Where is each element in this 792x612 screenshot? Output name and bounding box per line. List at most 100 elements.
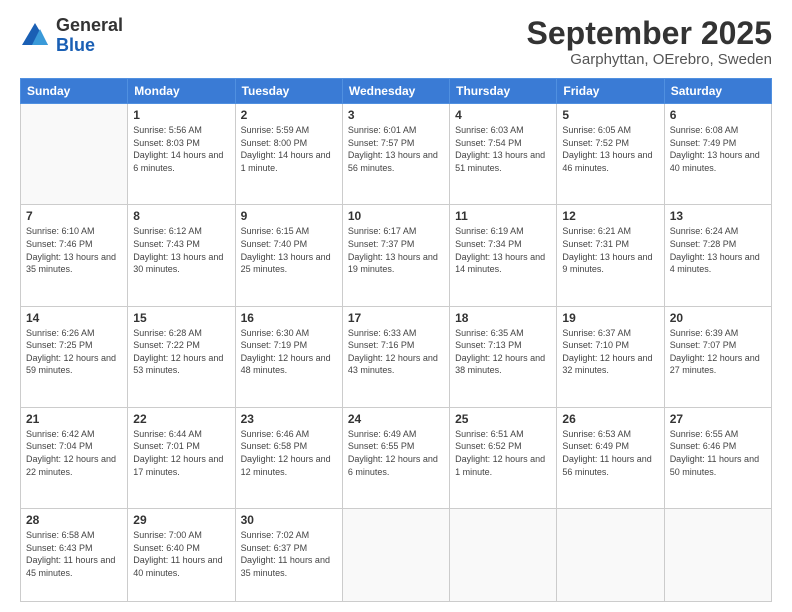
calendar-cell: 24Sunrise: 6:49 AMSunset: 6:55 PMDayligh… [342, 407, 449, 508]
cell-info: Sunrise: 6:46 AMSunset: 6:58 PMDaylight:… [241, 428, 337, 478]
cell-info: Sunrise: 6:53 AMSunset: 6:49 PMDaylight:… [562, 428, 658, 478]
day-number: 17 [348, 311, 444, 325]
calendar-cell: 18 Sunrise: 6:35 AMSunset: 7:13 PMDayligh… [450, 306, 557, 407]
calendar-cell: 28 Sunrise: 6:58 AMSunset: 6:43 PMDayligh… [21, 508, 128, 601]
calendar-cell: 25 Sunrise: 6:51 AMSunset: 6:52 PMDayligh… [450, 407, 557, 508]
calendar-cell: 16 Sunrise: 6:30 AMSunset: 7:19 PMDayligh… [235, 306, 342, 407]
calendar-cell: 14 Sunrise: 6:26 AMSunset: 7:25 PMDayligh… [21, 306, 128, 407]
day-number: 21 [26, 412, 122, 426]
column-header-friday: Friday [557, 79, 664, 104]
logo-icon [20, 21, 50, 51]
calendar-cell: 29 Sunrise: 7:00 AMSunset: 6:40 PMDayligh… [128, 508, 235, 601]
column-header-tuesday: Tuesday [235, 79, 342, 104]
calendar-cell: 6 Sunrise: 6:08 AMSunset: 7:49 PMDaylight… [664, 104, 771, 205]
calendar-cell: 4Sunrise: 6:03 AMSunset: 7:54 PMDaylight… [450, 104, 557, 205]
day-number: 26 [562, 412, 658, 426]
calendar-header-row: SundayMondayTuesdayWednesdayThursdayFrid… [21, 79, 772, 104]
calendar-cell: 20 Sunrise: 6:39 AMSunset: 7:07 PMDayligh… [664, 306, 771, 407]
calendar-cell: 7Sunrise: 6:10 AMSunset: 7:46 PMDaylight… [21, 205, 128, 306]
day-number: 12 [562, 209, 658, 223]
day-number: 19 [562, 311, 658, 325]
calendar-cell: 21 Sunrise: 6:42 AMSunset: 7:04 PMDayligh… [21, 407, 128, 508]
cell-info: Sunrise: 6:26 AMSunset: 7:25 PMDaylight:… [26, 327, 122, 377]
column-header-wednesday: Wednesday [342, 79, 449, 104]
day-number: 4 [455, 108, 551, 122]
day-number: 28 [26, 513, 122, 527]
day-number: 29 [133, 513, 229, 527]
cell-info: Sunrise: 6:30 AMSunset: 7:19 PMDaylight:… [241, 327, 337, 377]
cell-info: Sunrise: 6:44 AMSunset: 7:01 PMDaylight:… [133, 428, 229, 478]
column-header-thursday: Thursday [450, 79, 557, 104]
day-number: 9 [241, 209, 337, 223]
cell-info: Sunrise: 6:01 AMSunset: 7:57 PMDaylight:… [348, 124, 444, 174]
location: Garphyttan, OErebro, Sweden [527, 51, 772, 68]
cell-info: Sunrise: 6:42 AMSunset: 7:04 PMDaylight:… [26, 428, 122, 478]
logo: General Blue [20, 16, 123, 56]
calendar-cell [557, 508, 664, 601]
day-number: 10 [348, 209, 444, 223]
cell-info: Sunrise: 6:17 AMSunset: 7:37 PMDaylight:… [348, 225, 444, 275]
cell-info: Sunrise: 6:08 AMSunset: 7:49 PMDaylight:… [670, 124, 766, 174]
cell-info: Sunrise: 6:51 AMSunset: 6:52 PMDaylight:… [455, 428, 551, 478]
day-number: 5 [562, 108, 658, 122]
day-number: 22 [133, 412, 229, 426]
calendar-week-row: 14 Sunrise: 6:26 AMSunset: 7:25 PMDayligh… [21, 306, 772, 407]
calendar-cell: 26 Sunrise: 6:53 AMSunset: 6:49 PMDayligh… [557, 407, 664, 508]
calendar-cell: 8 Sunrise: 6:12 AMSunset: 7:43 PMDaylight… [128, 205, 235, 306]
cell-info: Sunrise: 6:28 AMSunset: 7:22 PMDaylight:… [133, 327, 229, 377]
cell-info: Sunrise: 6:49 AMSunset: 6:55 PMDaylight:… [348, 428, 444, 478]
calendar-cell [450, 508, 557, 601]
calendar-cell: 22 Sunrise: 6:44 AMSunset: 7:01 PMDayligh… [128, 407, 235, 508]
cell-info: Sunrise: 6:21 AMSunset: 7:31 PMDaylight:… [562, 225, 658, 275]
day-number: 20 [670, 311, 766, 325]
calendar-cell: 10 Sunrise: 6:17 AMSunset: 7:37 PMDayligh… [342, 205, 449, 306]
cell-info: Sunrise: 6:39 AMSunset: 7:07 PMDaylight:… [670, 327, 766, 377]
calendar-cell: 1Sunrise: 5:56 AMSunset: 8:03 PMDaylight… [128, 104, 235, 205]
day-number: 3 [348, 108, 444, 122]
page: General Blue September 2025 Garphyttan, … [0, 0, 792, 612]
calendar-cell: 30 Sunrise: 7:02 AMSunset: 6:37 PMDayligh… [235, 508, 342, 601]
day-number: 11 [455, 209, 551, 223]
month-title: September 2025 [527, 16, 772, 51]
cell-info: Sunrise: 5:56 AMSunset: 8:03 PMDaylight:… [133, 124, 229, 174]
cell-info: Sunrise: 6:33 AMSunset: 7:16 PMDaylight:… [348, 327, 444, 377]
cell-info: Sunrise: 7:02 AMSunset: 6:37 PMDaylight:… [241, 529, 337, 579]
day-number: 25 [455, 412, 551, 426]
day-number: 13 [670, 209, 766, 223]
cell-info: Sunrise: 7:00 AMSunset: 6:40 PMDaylight:… [133, 529, 229, 579]
column-header-monday: Monday [128, 79, 235, 104]
day-number: 27 [670, 412, 766, 426]
calendar-cell [664, 508, 771, 601]
day-number: 2 [241, 108, 337, 122]
day-number: 7 [26, 209, 122, 223]
day-number: 30 [241, 513, 337, 527]
calendar-cell [342, 508, 449, 601]
cell-info: Sunrise: 6:12 AMSunset: 7:43 PMDaylight:… [133, 225, 229, 275]
header: General Blue September 2025 Garphyttan, … [20, 16, 772, 68]
calendar-cell: 13Sunrise: 6:24 AMSunset: 7:28 PMDayligh… [664, 205, 771, 306]
title-block: September 2025 Garphyttan, OErebro, Swed… [527, 16, 772, 68]
calendar-week-row: 7Sunrise: 6:10 AMSunset: 7:46 PMDaylight… [21, 205, 772, 306]
cell-info: Sunrise: 6:37 AMSunset: 7:10 PMDaylight:… [562, 327, 658, 377]
day-number: 14 [26, 311, 122, 325]
day-number: 6 [670, 108, 766, 122]
day-number: 8 [133, 209, 229, 223]
calendar-cell: 19 Sunrise: 6:37 AMSunset: 7:10 PMDayligh… [557, 306, 664, 407]
day-number: 18 [455, 311, 551, 325]
column-header-sunday: Sunday [21, 79, 128, 104]
cell-info: Sunrise: 5:59 AMSunset: 8:00 PMDaylight:… [241, 124, 337, 174]
cell-info: Sunrise: 6:15 AMSunset: 7:40 PMDaylight:… [241, 225, 337, 275]
calendar-week-row: 28 Sunrise: 6:58 AMSunset: 6:43 PMDayligh… [21, 508, 772, 601]
logo-text: General Blue [56, 16, 123, 56]
calendar-cell: 23Sunrise: 6:46 AMSunset: 6:58 PMDayligh… [235, 407, 342, 508]
day-number: 16 [241, 311, 337, 325]
calendar-cell: 5Sunrise: 6:05 AMSunset: 7:52 PMDaylight… [557, 104, 664, 205]
cell-info: Sunrise: 6:55 AMSunset: 6:46 PMDaylight:… [670, 428, 766, 478]
calendar-cell: 9 Sunrise: 6:15 AMSunset: 7:40 PMDaylight… [235, 205, 342, 306]
cell-info: Sunrise: 6:35 AMSunset: 7:13 PMDaylight:… [455, 327, 551, 377]
calendar-week-row: 1Sunrise: 5:56 AMSunset: 8:03 PMDaylight… [21, 104, 772, 205]
calendar-cell [21, 104, 128, 205]
calendar-cell: 27 Sunrise: 6:55 AMSunset: 6:46 PMDayligh… [664, 407, 771, 508]
cell-info: Sunrise: 6:58 AMSunset: 6:43 PMDaylight:… [26, 529, 122, 579]
calendar-cell: 11Sunrise: 6:19 AMSunset: 7:34 PMDayligh… [450, 205, 557, 306]
